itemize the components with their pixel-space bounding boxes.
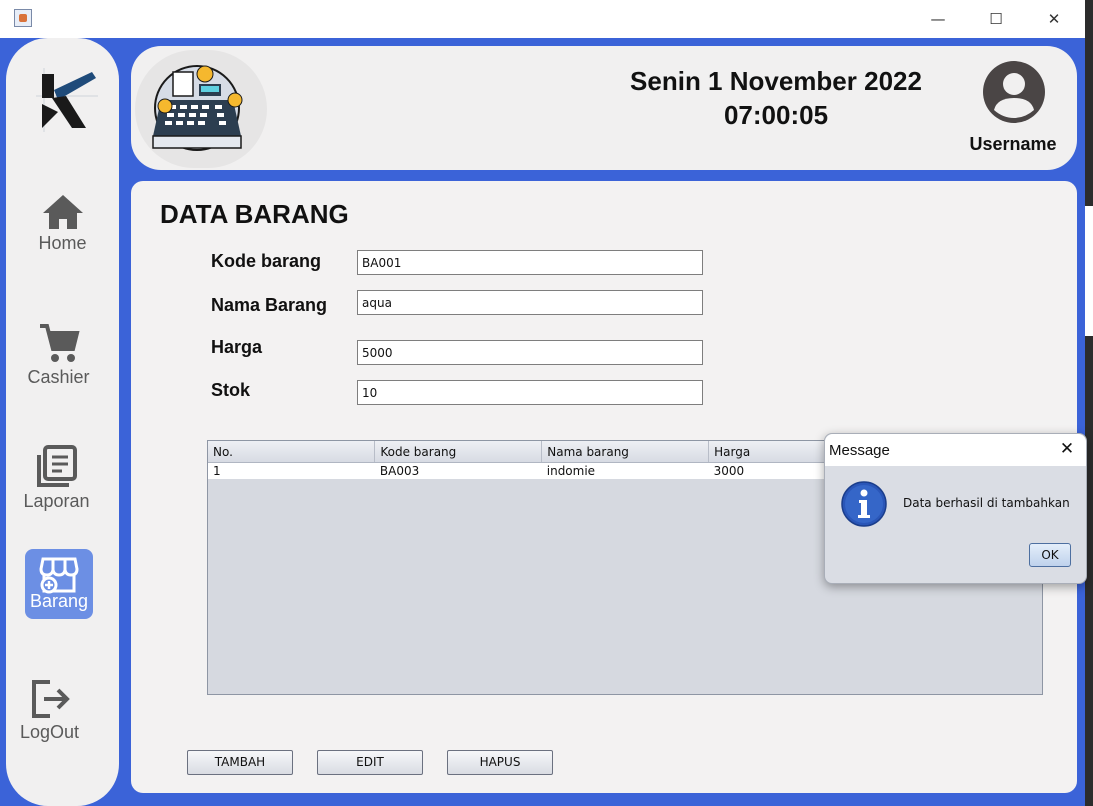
column-header-nama[interactable]: Nama barang	[541, 441, 710, 463]
home-icon	[42, 195, 83, 229]
sidebar: Home Cashier Laporan Barang LogOut	[6, 38, 119, 806]
time-text: 07:00:05	[723, 100, 829, 130]
background-window	[1085, 0, 1093, 806]
info-icon	[841, 481, 887, 527]
edit-button[interactable]: EDIT	[317, 750, 423, 775]
nama-barang-input[interactable]	[357, 290, 703, 315]
date-text: Senin 1 November 2022	[630, 66, 922, 96]
java-app-icon	[14, 9, 32, 27]
sidebar-item-label: Cashier	[27, 367, 90, 387]
sidebar-item-label: Home	[38, 233, 87, 253]
hapus-button[interactable]: HAPUS	[447, 750, 553, 775]
nama-barang-label: Nama Barang	[211, 295, 328, 315]
sidebar-item-laporan[interactable]: Laporan	[0, 445, 113, 512]
table-cell: indomie	[541, 462, 709, 479]
harga-input[interactable]	[357, 340, 703, 365]
kode-barang-label: Kode barang	[211, 251, 322, 271]
message-dialog: Message ✕ Data berhasil di tambahkan OK	[824, 433, 1087, 584]
minimize-button[interactable]: —	[926, 8, 950, 30]
ok-button[interactable]: OK	[1029, 543, 1071, 567]
kode-barang-input[interactable]	[357, 250, 703, 275]
logout-icon	[31, 680, 70, 718]
window-titlebar: — ☐ ✕	[0, 0, 1085, 38]
cash-register-icon	[152, 65, 243, 151]
sidebar-item-barang[interactable]: Barang	[25, 549, 93, 619]
header-panel: Senin 1 November 2022 07:00:05 Username	[131, 46, 1077, 170]
table-cell: 1	[208, 462, 375, 479]
stok-input[interactable]	[357, 380, 703, 405]
username-label: Username	[969, 134, 1057, 154]
user-avatar-icon[interactable]	[979, 60, 1049, 124]
cash-register-logo	[135, 50, 267, 168]
close-button[interactable]: ✕	[1042, 8, 1066, 30]
sidebar-item-label: LogOut	[19, 722, 80, 742]
table-row[interactable]: 1 BA003 indomie 3000	[208, 462, 876, 479]
datetime-display: Senin 1 November 2022 07:00:05	[611, 64, 941, 132]
cart-icon	[39, 324, 80, 362]
table-cell: BA003	[374, 462, 542, 479]
sidebar-item-home[interactable]: Home	[6, 193, 119, 254]
sidebar-item-label: Barang	[29, 591, 89, 611]
dialog-close-button[interactable]: ✕	[1056, 438, 1078, 460]
dialog-title: Message	[829, 442, 890, 459]
sidebar-item-cashier[interactable]: Cashier	[2, 321, 115, 388]
dialog-message: Data berhasil di tambahkan	[903, 496, 1070, 510]
stok-label: Stok	[211, 380, 251, 400]
column-header-kode[interactable]: Kode barang	[374, 441, 543, 463]
sidebar-item-logout[interactable]: LogOut	[0, 678, 106, 743]
app-logo	[36, 68, 98, 132]
harga-label: Harga	[211, 337, 263, 357]
column-header-no[interactable]: No.	[208, 441, 376, 463]
maximize-button[interactable]: ☐	[984, 8, 1008, 30]
sidebar-item-label: Laporan	[23, 491, 90, 511]
tambah-button[interactable]: TAMBAH	[187, 750, 293, 775]
dialog-titlebar: Message ✕	[825, 434, 1086, 466]
report-icon	[36, 445, 77, 487]
page-title: DATA BARANG	[160, 199, 349, 229]
